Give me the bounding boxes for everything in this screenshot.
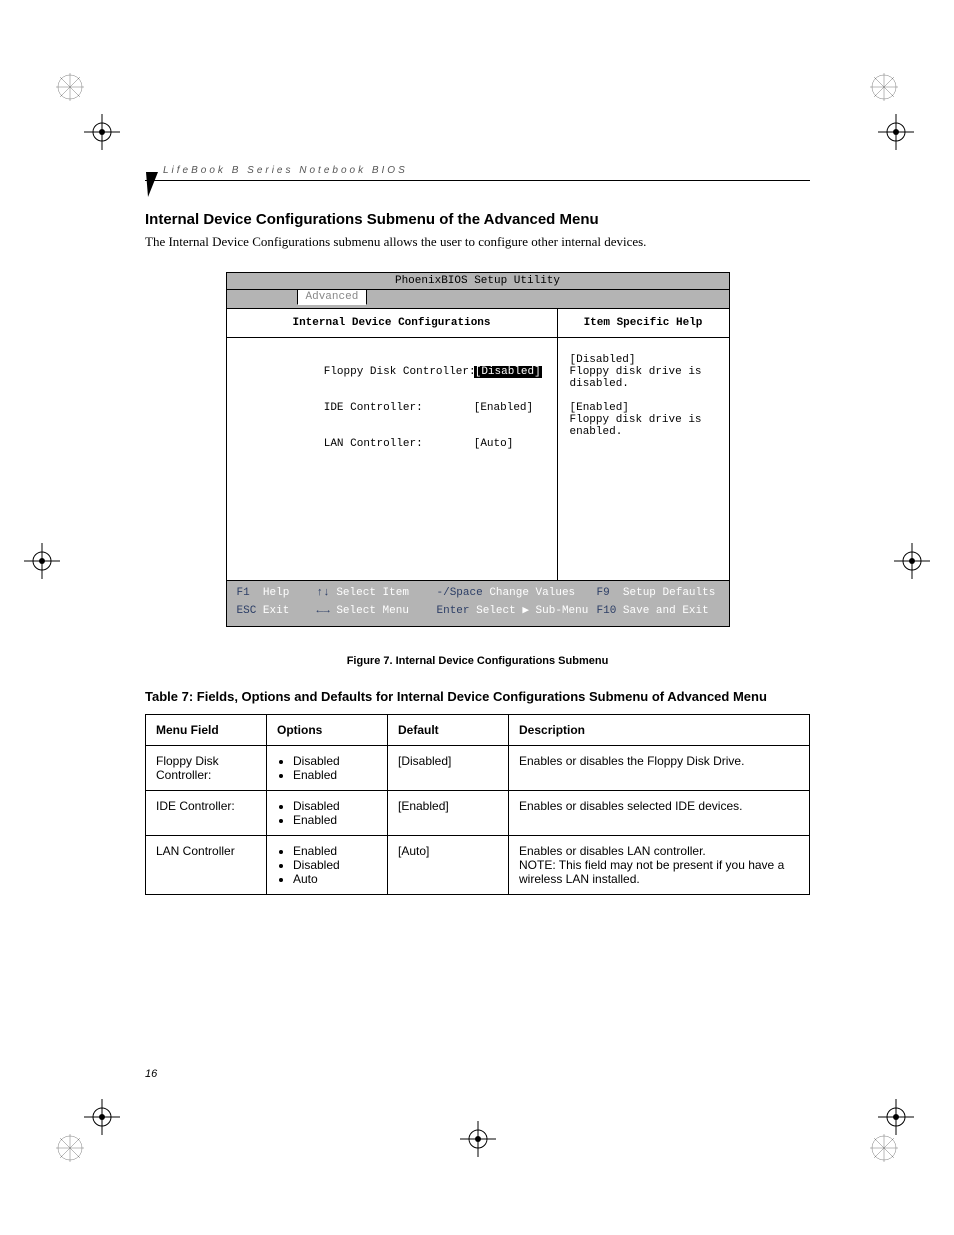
section-title: Internal Device Configurations Submenu o… (145, 211, 810, 228)
option-item: Disabled (293, 858, 377, 872)
bios-option-label: IDE Controller: (324, 402, 474, 414)
key-f1: F1 (237, 587, 250, 599)
help-line: enabled. (570, 426, 717, 438)
cell-default: [Disabled] (388, 746, 509, 791)
key-f10: F10 (597, 605, 617, 617)
intro-paragraph: The Internal Device Configurations subme… (145, 234, 810, 250)
bios-option-value-selected[interactable]: [Disabled] (474, 366, 542, 378)
cell-options: EnabledDisabledAuto (267, 836, 388, 895)
page-number: 16 (145, 1068, 157, 1080)
bios-tab-advanced[interactable]: Advanced (297, 289, 368, 305)
table-row: LAN ControllerEnabledDisabledAuto[Auto]E… (146, 836, 810, 895)
cell-menu-field: IDE Controller: (146, 791, 267, 836)
th-menu-field: Menu Field (146, 715, 267, 746)
bios-option-row[interactable]: Floppy Disk Controller:[Disabled] (245, 354, 539, 390)
crop-mark-icon (84, 114, 120, 150)
cell-description: Enables or disables the Floppy Disk Driv… (509, 746, 810, 791)
option-item: Disabled (293, 799, 377, 813)
bios-title: PhoenixBIOS Setup Utility (227, 273, 729, 290)
option-item: Enabled (293, 813, 377, 827)
cell-options: DisabledEnabled (267, 791, 388, 836)
bios-options-pane: Internal Device Configurations Floppy Di… (227, 309, 558, 580)
table-row: Floppy Disk Controller:DisabledEnabled[D… (146, 746, 810, 791)
th-default: Default (388, 715, 509, 746)
cell-menu-field: LAN Controller (146, 836, 267, 895)
fields-table: Menu Field Options Default Description F… (145, 714, 810, 895)
th-description: Description (509, 715, 810, 746)
foot-label: Exit (263, 605, 289, 617)
bios-window: PhoenixBIOS Setup Utility Advanced Inter… (226, 272, 730, 627)
cell-menu-field: Floppy Disk Controller: (146, 746, 267, 791)
bios-option-label: LAN Controller: (324, 438, 474, 450)
option-item: Enabled (293, 768, 377, 782)
option-item: Auto (293, 872, 377, 886)
cell-description: Enables or disables LAN controller. NOTE… (509, 836, 810, 895)
key-updown: ↑↓ (317, 587, 330, 599)
bios-option-row[interactable]: IDE Controller:[Enabled] (245, 390, 539, 426)
bios-option-row[interactable]: LAN Controller:[Auto] (245, 426, 539, 462)
cell-options: DisabledEnabled (267, 746, 388, 791)
crop-mark-icon (878, 1099, 914, 1135)
page-content: LifeBook B Series Notebook BIOS Internal… (145, 165, 810, 895)
key-esc: ESC (237, 605, 257, 617)
crop-mark-icon (24, 543, 60, 579)
key-enter: Enter (437, 605, 470, 617)
running-head-text: LifeBook B Series Notebook BIOS (163, 165, 810, 176)
foot-label: Select Menu (336, 605, 409, 617)
figure-caption: Figure 7. Internal Device Configurations… (145, 655, 810, 667)
crop-mark-icon (84, 1099, 120, 1135)
crop-mark-icon (460, 1121, 496, 1157)
bios-help-pane: Item Specific Help [Disabled] Floppy dis… (558, 309, 729, 580)
bios-option-label: Floppy Disk Controller: (324, 366, 474, 378)
header-tick-icon (145, 171, 159, 199)
foot-label: Save and Exit (623, 605, 709, 617)
header-rule (145, 180, 810, 181)
bios-tab-bar: Advanced (227, 290, 729, 309)
cell-description: Enables or disables selected IDE devices… (509, 791, 810, 836)
help-line: Floppy disk drive is (570, 414, 717, 426)
bios-options-heading: Internal Device Configurations (227, 309, 557, 338)
th-options: Options (267, 715, 388, 746)
foot-label: Change Values (489, 587, 575, 599)
registration-rosette-icon (55, 72, 85, 102)
help-line: [Disabled] (570, 354, 717, 366)
key-f9: F9 (597, 587, 610, 599)
key-minus-space: -/Space (437, 587, 483, 599)
cell-default: [Auto] (388, 836, 509, 895)
table-caption: Table 7: Fields, Options and Defaults fo… (145, 689, 810, 704)
bios-option-value[interactable]: [Enabled] (474, 402, 533, 414)
running-head: LifeBook B Series Notebook BIOS (145, 165, 810, 181)
bios-footer: F1 Help ↑↓ Select Item -/Space Change Va… (227, 580, 729, 626)
crop-mark-icon (878, 114, 914, 150)
help-line: disabled. (570, 378, 717, 390)
foot-label: Select ▶ Sub-Menu (476, 605, 588, 617)
bios-option-value[interactable]: [Auto] (474, 438, 514, 450)
foot-label: Select Item (336, 587, 409, 599)
crop-mark-icon (894, 543, 930, 579)
help-line: Floppy disk drive is (570, 366, 717, 378)
bios-help-text: [Disabled] Floppy disk drive is disabled… (558, 338, 729, 580)
foot-label: Help (263, 587, 289, 599)
option-item: Enabled (293, 844, 377, 858)
option-item: Disabled (293, 754, 377, 768)
registration-rosette-icon (55, 1133, 85, 1163)
registration-rosette-icon (869, 72, 899, 102)
cell-default: [Enabled] (388, 791, 509, 836)
registration-rosette-icon (869, 1133, 899, 1163)
bios-help-heading: Item Specific Help (558, 309, 729, 338)
help-line: [Enabled] (570, 402, 717, 414)
table-header-row: Menu Field Options Default Description (146, 715, 810, 746)
table-row: IDE Controller:DisabledEnabled[Enabled]E… (146, 791, 810, 836)
key-leftright: ←→ (317, 605, 330, 617)
foot-label: Setup Defaults (623, 587, 715, 599)
